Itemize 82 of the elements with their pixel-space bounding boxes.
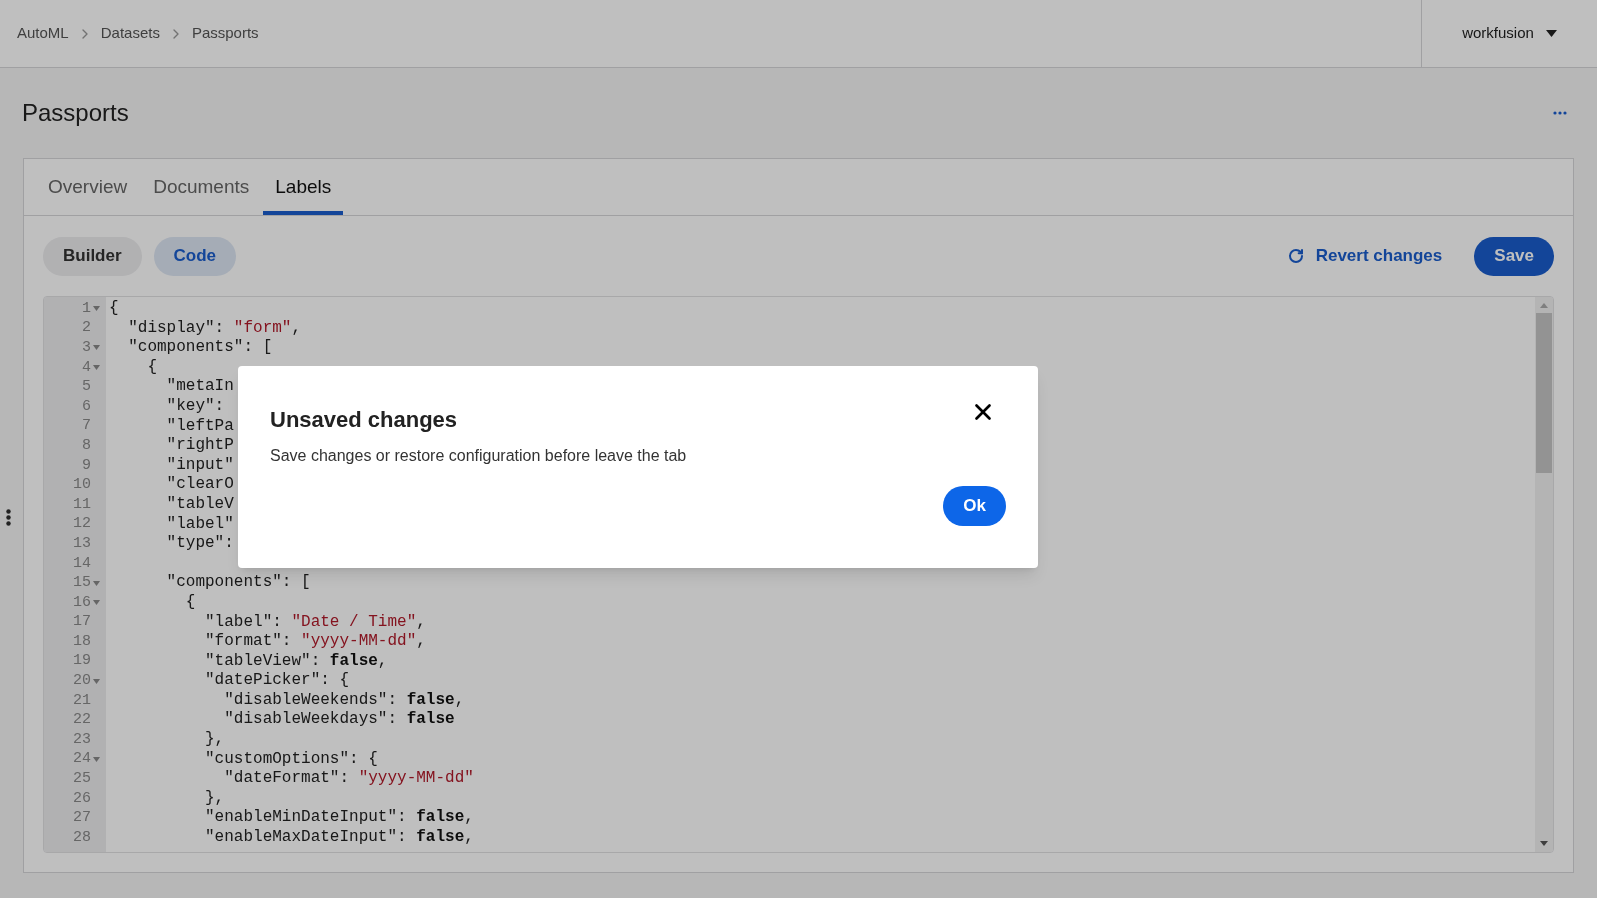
line-number: 20 [73, 672, 91, 691]
revert-button[interactable]: Revert changes [1287, 243, 1443, 269]
code-line: "enableMinDateInput": false, [204, 808, 474, 829]
code-line: { [109, 299, 119, 319]
code-line: "disableWeekends": false, [223, 690, 465, 711]
account-menu[interactable]: workfusion [1462, 22, 1557, 45]
code-line: "disableWeekdays": false [223, 710, 455, 731]
line-number: 10 [73, 476, 91, 495]
line-number: 3 [82, 339, 91, 357]
code-line: { [146, 357, 157, 378]
code-line: "datePicker": { [204, 671, 350, 691]
code-line: "display": "form", [127, 318, 302, 339]
line-number: 27 [73, 809, 91, 828]
code-line: "clearO [165, 475, 234, 495]
line-number: 7 [82, 417, 91, 436]
fold-arrow-icon[interactable] [93, 306, 100, 312]
line-number: 16 [73, 593, 91, 612]
page-title: Passports [22, 98, 129, 128]
dialog-message: Save changes or restore configuration before leave the tab [270, 446, 688, 466]
code-line: "metaIn [165, 377, 234, 397]
line-number: 5 [82, 378, 91, 397]
code-line: "key": [165, 396, 226, 417]
code-line: }, [204, 788, 225, 809]
code-line: "components": [ [165, 573, 311, 593]
save-button[interactable]: Save [1474, 236, 1554, 276]
line-number: 22 [73, 711, 91, 730]
tab[interactable]: Labels [263, 172, 344, 215]
line-number: 15 [73, 574, 91, 593]
fold-arrow-icon[interactable] [93, 600, 100, 606]
line-number: 23 [73, 730, 91, 749]
code-line: "components": [ [127, 338, 273, 358]
line-number: 19 [73, 652, 91, 671]
code-line: "type": [165, 534, 234, 554]
ok-button[interactable]: Ok [943, 486, 1006, 526]
line-number: 25 [73, 770, 91, 789]
line-number: 21 [73, 691, 91, 710]
line-number: 26 [73, 789, 91, 808]
code-line: "rightP [165, 436, 234, 456]
code-line: "label" [165, 514, 234, 535]
tab[interactable]: Documents [141, 172, 262, 215]
code-line: "leftPa [165, 416, 234, 437]
code-line: "tableV [165, 494, 234, 515]
line-number: 9 [82, 456, 91, 475]
line-number: 4 [82, 358, 91, 377]
line-number: 1 [82, 299, 91, 318]
breadcrumb-link[interactable]: AutoML [13, 22, 73, 45]
code-line: "enableMaxDateInput": false, [204, 828, 474, 848]
line-number: 18 [73, 632, 91, 651]
mode-button[interactable]: Code [153, 236, 237, 276]
tab[interactable]: Overview [36, 172, 140, 215]
fold-arrow-icon[interactable] [93, 345, 100, 351]
line-number: 2 [82, 319, 91, 338]
code-line: { [184, 592, 196, 613]
more-icon[interactable] [1553, 111, 1567, 115]
line-number: 17 [73, 613, 91, 632]
refresh-icon [1287, 248, 1304, 264]
breadcrumb-link[interactable]: Datasets [96, 22, 164, 45]
code-line: "dateFormat": "yyyy-MM-dd" [223, 769, 474, 789]
mode-button[interactable]: Builder [43, 236, 142, 276]
code-line: "label": "Date / Time", [204, 612, 426, 633]
dialog-title: Unsaved changes [270, 406, 458, 434]
line-number: 14 [73, 554, 91, 573]
line-number: 6 [82, 397, 91, 416]
drag-handle-icon[interactable] [6, 509, 11, 526]
caret-icon [1545, 30, 1557, 37]
code-line: }, [204, 730, 225, 750]
fold-arrow-icon[interactable] [93, 756, 100, 762]
line-number: 24 [73, 750, 91, 769]
code-line: "input" [165, 455, 234, 476]
code-line: "customOptions": { [204, 749, 378, 770]
code-line: "tableView": false, [204, 651, 388, 672]
line-number: 11 [73, 495, 91, 514]
fold-arrow-icon[interactable] [93, 678, 100, 684]
line-number: 28 [73, 828, 91, 847]
line-number: 13 [73, 534, 91, 553]
fold-arrow-icon[interactable] [93, 580, 100, 586]
breadcrumb-link[interactable]: Passports [187, 22, 263, 45]
code-line: "format": "yyyy-MM-dd", [204, 632, 426, 652]
scrollbar-thumb[interactable] [1536, 313, 1552, 473]
line-number: 8 [82, 436, 91, 455]
line-number: 12 [73, 515, 91, 534]
fold-arrow-icon[interactable] [93, 365, 100, 371]
